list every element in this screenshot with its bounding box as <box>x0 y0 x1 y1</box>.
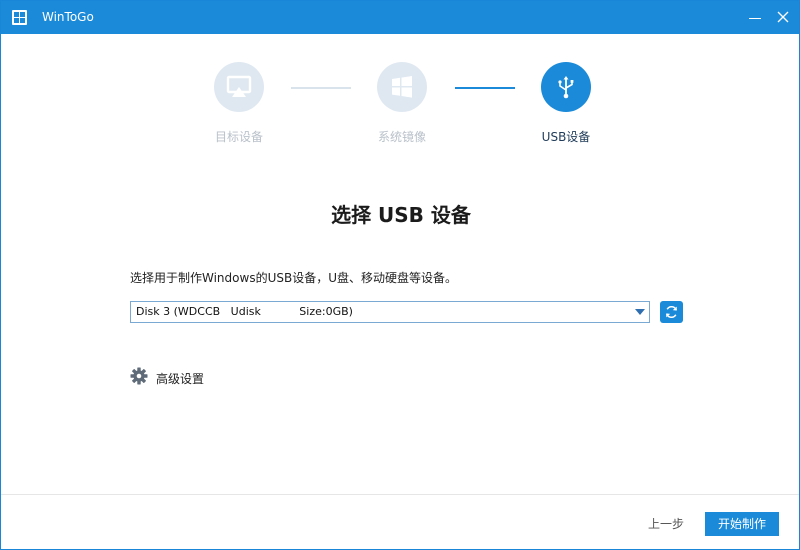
usb-icon <box>558 76 574 99</box>
windows-logo-icon <box>392 76 412 98</box>
selected-device-value: Disk 3 (WDCCB Udisk Size:0GB) <box>136 305 353 318</box>
advanced-settings-label: 高级设置 <box>156 372 205 386</box>
gear-icon <box>130 367 148 385</box>
app-logo-icon <box>12 10 27 25</box>
refresh-button[interactable] <box>660 301 683 323</box>
step-label: 目标设备 <box>214 130 263 144</box>
usb-device-select[interactable]: Disk 3 (WDCCB Udisk Size:0GB) <box>130 301 650 323</box>
start-button[interactable]: 开始制作 <box>705 512 779 536</box>
window-title: WinToGo <box>42 10 94 24</box>
back-button[interactable]: 上一步 <box>634 512 698 536</box>
close-button[interactable] <box>770 5 796 29</box>
step-connector <box>291 87 351 89</box>
step-circle <box>214 62 264 112</box>
step-label: 系统镜像 <box>377 130 426 144</box>
minimize-button[interactable] <box>742 5 768 29</box>
step-circle <box>377 62 427 112</box>
refresh-icon <box>665 305 678 319</box>
footer-divider <box>1 494 799 495</box>
step-connector <box>455 87 515 89</box>
title-bar: WinToGo <box>1 1 799 34</box>
screen-cast-icon <box>226 75 252 97</box>
step-system-image: 系统镜像 <box>362 62 442 145</box>
minimize-icon <box>749 18 761 19</box>
app-window: WinToGo 目标设备 系统镜像 USB设备 选择 USB 设备 选择用于制作… <box>0 0 800 550</box>
instruction-text: 选择用于制作Windows的USB设备，U盘、移动硬盘等设备。 <box>130 271 457 285</box>
page-title: 选择 USB 设备 <box>331 203 471 227</box>
step-circle <box>541 62 591 112</box>
dropdown-arrow-icon[interactable] <box>635 309 645 315</box>
step-label: USB设备 <box>541 130 591 144</box>
close-icon <box>777 11 789 23</box>
step-usb-device: USB设备 <box>526 62 606 145</box>
step-target-device: 目标设备 <box>199 62 279 145</box>
